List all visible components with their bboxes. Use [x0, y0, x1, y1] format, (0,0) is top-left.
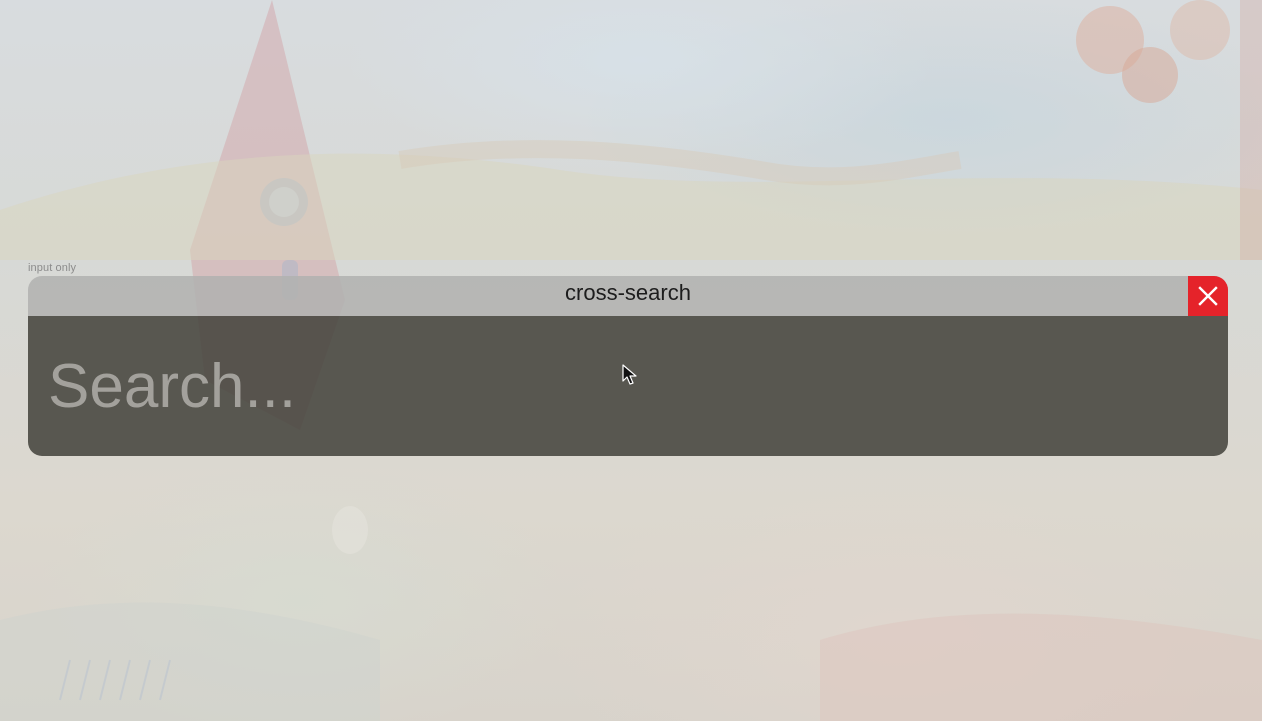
search-input[interactable]: [28, 316, 1228, 456]
context-label: input only: [28, 262, 77, 274]
close-button[interactable]: [1188, 276, 1228, 316]
close-icon: [1198, 286, 1218, 306]
widget-title: cross-search: [565, 280, 691, 305]
widget-titlebar[interactable]: cross-search: [28, 276, 1228, 316]
search-area: [28, 316, 1228, 456]
mouse-pointer-icon: [622, 364, 637, 385]
